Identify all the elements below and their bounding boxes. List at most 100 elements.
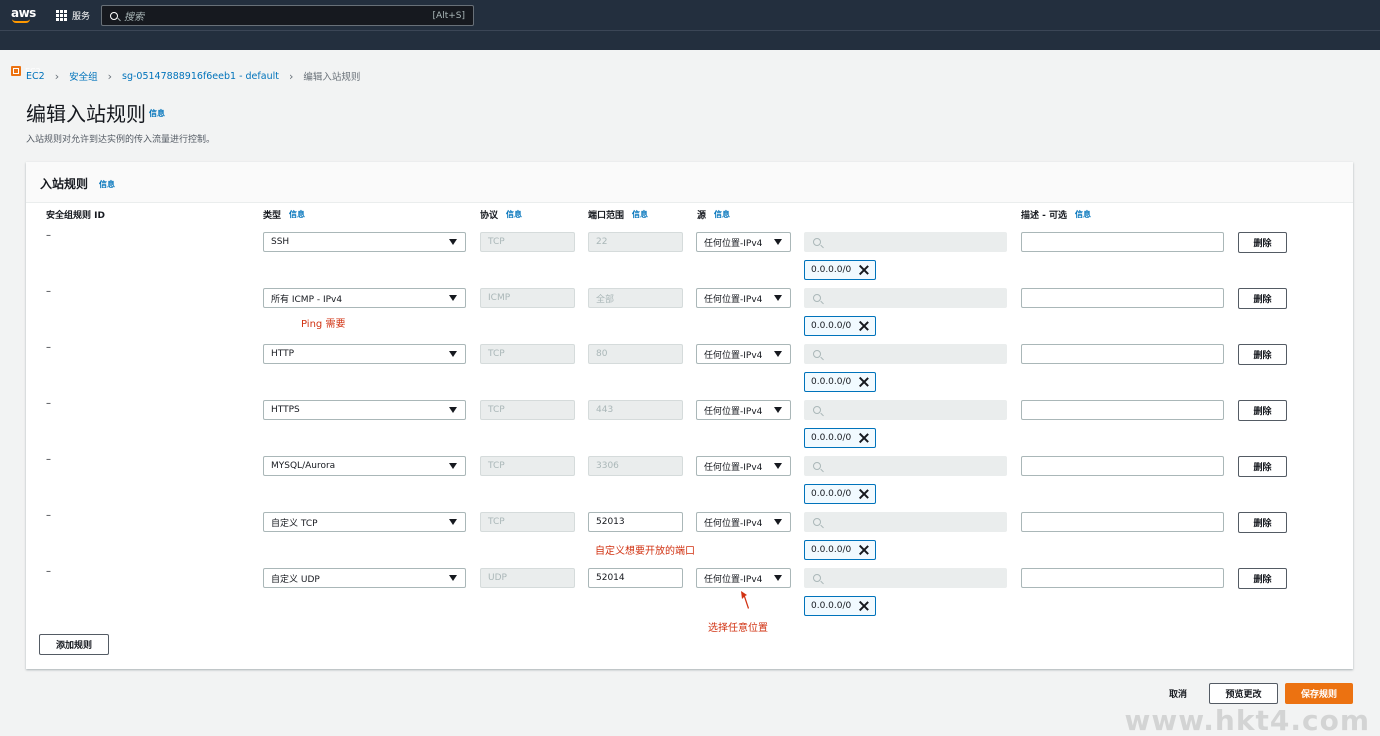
cidr-value: 0.0.0.0/0 bbox=[811, 601, 852, 611]
source-value: 任何位置-IPv4 bbox=[704, 294, 763, 305]
description-input[interactable] bbox=[1021, 232, 1224, 252]
annotation-ping: Ping 需要 bbox=[301, 319, 346, 330]
rule-id: – bbox=[46, 342, 51, 353]
search-shortcut: [Alt+S] bbox=[432, 10, 465, 21]
delete-rule-button[interactable]: 删除 bbox=[1238, 400, 1287, 421]
breadcrumb-ec2[interactable]: EC2 bbox=[26, 71, 45, 82]
type-select[interactable]: 所有 ICMP - IPv4 bbox=[263, 288, 466, 308]
annotation-anywhere: 选择任意位置 bbox=[708, 623, 768, 634]
type-info-link[interactable]: 信息 bbox=[289, 209, 305, 220]
col-protocol: 协议 信息 bbox=[480, 209, 523, 221]
type-select[interactable]: HTTP bbox=[263, 344, 466, 364]
rule-id: – bbox=[46, 510, 51, 521]
port-range-input[interactable]: 52014 bbox=[588, 568, 683, 588]
close-icon[interactable] bbox=[859, 433, 869, 443]
search-icon bbox=[813, 238, 821, 246]
source-value: 任何位置-IPv4 bbox=[704, 406, 763, 417]
delete-rule-button[interactable]: 删除 bbox=[1238, 288, 1287, 309]
search-input[interactable]: 搜索 [Alt+S] bbox=[101, 5, 474, 26]
panel-title: 入站规则 bbox=[40, 177, 89, 191]
cidr-token: 0.0.0.0/0 bbox=[804, 484, 876, 504]
delete-rule-button[interactable]: 删除 bbox=[1238, 512, 1287, 533]
description-input[interactable] bbox=[1021, 512, 1224, 532]
cidr-token: 0.0.0.0/0 bbox=[804, 372, 876, 392]
source-select[interactable]: 任何位置-IPv4 bbox=[696, 512, 791, 532]
protocol-info-link[interactable]: 信息 bbox=[506, 209, 522, 220]
rule-id: – bbox=[46, 398, 51, 409]
source-value: 任何位置-IPv4 bbox=[704, 462, 763, 473]
source-select[interactable]: 任何位置-IPv4 bbox=[696, 288, 791, 308]
add-rule-button[interactable]: 添加规则 bbox=[39, 634, 109, 655]
cidr-search-input[interactable] bbox=[804, 232, 1007, 252]
cidr-token: 0.0.0.0/0 bbox=[804, 540, 876, 560]
close-icon[interactable] bbox=[859, 377, 869, 387]
source-select[interactable]: 任何位置-IPv4 bbox=[696, 344, 791, 364]
chevron-right-icon: › bbox=[54, 69, 60, 83]
breadcrumb-security-group[interactable]: sg-05147888916f6eeb1 - default bbox=[122, 71, 279, 82]
port-range-input: 22 bbox=[588, 232, 683, 252]
description-input[interactable] bbox=[1021, 568, 1224, 588]
protocol-field: UDP bbox=[480, 568, 575, 588]
port-range-input: 80 bbox=[588, 344, 683, 364]
caret-down-icon bbox=[774, 239, 782, 245]
cidr-search-input[interactable] bbox=[804, 568, 1007, 588]
description-input[interactable] bbox=[1021, 288, 1224, 308]
source-value: 任何位置-IPv4 bbox=[704, 350, 763, 361]
description-info-link[interactable]: 信息 bbox=[1075, 209, 1091, 220]
type-select[interactable]: 自定义 TCP bbox=[263, 512, 466, 532]
cidr-search-input[interactable] bbox=[804, 344, 1007, 364]
panel-info-link[interactable]: 信息 bbox=[99, 179, 115, 190]
type-select[interactable]: SSH bbox=[263, 232, 466, 252]
cidr-search-input[interactable] bbox=[804, 288, 1007, 308]
delete-rule-button[interactable]: 删除 bbox=[1238, 568, 1287, 589]
type-select[interactable]: HTTPS bbox=[263, 400, 466, 420]
source-info-link[interactable]: 信息 bbox=[714, 209, 730, 220]
aws-logo[interactable]: aws bbox=[11, 6, 36, 20]
port-info-link[interactable]: 信息 bbox=[632, 209, 648, 220]
caret-down-icon bbox=[774, 407, 782, 413]
type-select[interactable]: 自定义 UDP bbox=[263, 568, 466, 588]
preview-changes-button[interactable]: 预览更改 bbox=[1209, 683, 1278, 704]
search-icon bbox=[110, 11, 118, 20]
col-port-range: 端口范围 信息 bbox=[588, 209, 649, 221]
cidr-search-input[interactable] bbox=[804, 400, 1007, 420]
source-select[interactable]: 任何位置-IPv4 bbox=[696, 400, 791, 420]
description-input[interactable] bbox=[1021, 456, 1224, 476]
cancel-button[interactable]: 取消 bbox=[1160, 683, 1196, 704]
col-description: 描述 - 可选 信息 bbox=[1021, 209, 1092, 221]
close-icon[interactable] bbox=[859, 545, 869, 555]
source-value: 任何位置-IPv4 bbox=[704, 238, 763, 249]
caret-down-icon bbox=[449, 575, 457, 581]
source-select[interactable]: 任何位置-IPv4 bbox=[696, 456, 791, 476]
cidr-search-input[interactable] bbox=[804, 456, 1007, 476]
delete-rule-button[interactable]: 删除 bbox=[1238, 232, 1287, 253]
description-input[interactable] bbox=[1021, 400, 1224, 420]
source-select[interactable]: 任何位置-IPv4 bbox=[696, 568, 791, 588]
source-select[interactable]: 任何位置-IPv4 bbox=[696, 232, 791, 252]
cidr-token: 0.0.0.0/0 bbox=[804, 428, 876, 448]
caret-down-icon bbox=[774, 463, 782, 469]
close-icon[interactable] bbox=[859, 601, 869, 611]
protocol-field: TCP bbox=[480, 344, 575, 364]
delete-rule-button[interactable]: 删除 bbox=[1238, 456, 1287, 477]
close-icon[interactable] bbox=[859, 489, 869, 499]
save-rules-button[interactable]: 保存规则 bbox=[1285, 683, 1353, 704]
close-icon[interactable] bbox=[859, 321, 869, 331]
page-info-link[interactable]: 信息 bbox=[149, 108, 165, 119]
close-icon[interactable] bbox=[859, 265, 869, 275]
cidr-token: 0.0.0.0/0 bbox=[804, 596, 876, 616]
description-input[interactable] bbox=[1021, 344, 1224, 364]
search-icon bbox=[813, 406, 821, 414]
caret-down-icon bbox=[449, 239, 457, 245]
rule-id: – bbox=[46, 454, 51, 465]
delete-rule-button[interactable]: 删除 bbox=[1238, 344, 1287, 365]
type-select[interactable]: MYSQL/Aurora bbox=[263, 456, 466, 476]
search-icon bbox=[813, 294, 821, 302]
services-menu-button[interactable]: 服务 bbox=[56, 9, 90, 22]
cidr-search-input[interactable] bbox=[804, 512, 1007, 532]
caret-down-icon bbox=[449, 351, 457, 357]
port-range-input[interactable]: 52013 bbox=[588, 512, 683, 532]
col-type: 类型 信息 bbox=[263, 209, 306, 221]
cidr-token: 0.0.0.0/0 bbox=[804, 316, 876, 336]
breadcrumb-security-groups[interactable]: 安全组 bbox=[69, 69, 98, 83]
